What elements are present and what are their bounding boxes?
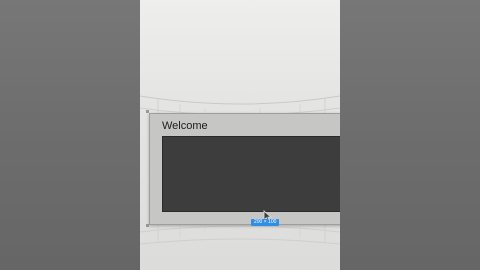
left-backdrop [0,0,140,270]
size-badge: 200 × 100 [251,219,280,226]
editor-workspace[interactable]: Welcome 200 × 100 [140,0,340,270]
welcome-window[interactable]: Welcome [149,113,340,225]
window-title: Welcome [162,120,208,132]
window-content-area[interactable] [162,136,340,222]
right-backdrop [340,0,480,270]
